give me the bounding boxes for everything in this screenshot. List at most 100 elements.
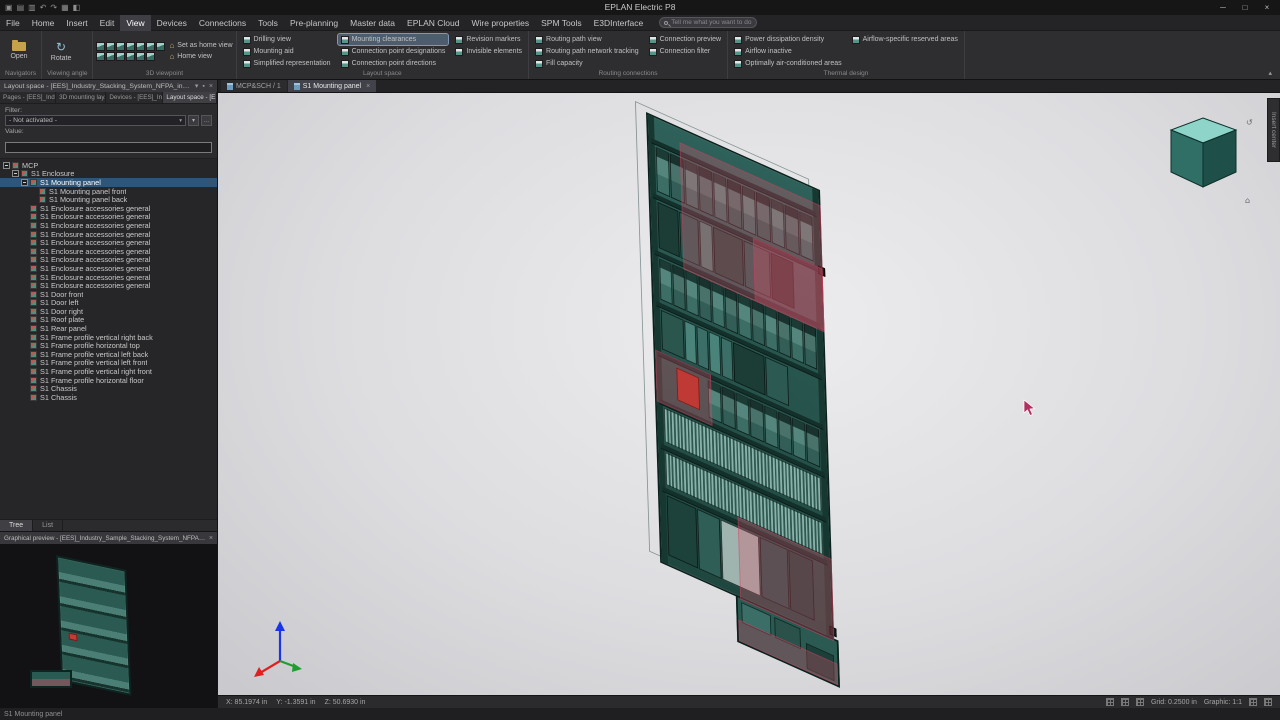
page-icon[interactable]: ▤ [17, 4, 25, 12]
menu-eplan-cloud[interactable]: EPLAN Cloud [401, 15, 465, 31]
tab-close-icon[interactable]: × [364, 83, 370, 90]
3d-viewport[interactable]: ↺ ⌂ Insert center [218, 93, 1280, 695]
tree-item-s1-enclosure-accessories-general[interactable]: S1 Enclosure accessories general [0, 238, 217, 247]
menu-connections[interactable]: Connections [193, 15, 252, 31]
view-direction-icon[interactable] [116, 42, 125, 51]
search-box[interactable] [659, 17, 757, 28]
toggle-connection-filter[interactable]: Connection filter [646, 46, 724, 57]
layout-icon[interactable]: ▥ [28, 4, 36, 12]
toggle-drilling-view[interactable]: Drilling view [240, 34, 334, 45]
value-input[interactable] [5, 142, 212, 153]
view-direction-icon[interactable] [156, 42, 165, 51]
collapse-icon[interactable] [12, 170, 19, 177]
collapse-icon[interactable] [21, 179, 28, 186]
menu-tools[interactable]: Tools [252, 15, 284, 31]
toggle-invisible-elements[interactable]: Invisible elements [452, 46, 525, 57]
print-icon[interactable]: ▦ [61, 4, 69, 12]
view-direction-icon[interactable] [96, 52, 105, 61]
grid-display-icon[interactable] [1121, 698, 1129, 706]
tree-item-s1-mounting-panel-back[interactable]: S1 Mounting panel back [0, 195, 217, 204]
toggle-revision-markers[interactable]: Revision markers [452, 34, 525, 45]
toggle-connection-preview[interactable]: Connection preview [646, 34, 724, 45]
menu-wire-properties[interactable]: Wire properties [465, 15, 535, 31]
menu-file[interactable]: File [0, 15, 26, 31]
view-direction-icon[interactable] [116, 52, 125, 61]
view-direction-icon[interactable] [96, 42, 105, 51]
menu-edit[interactable]: Edit [94, 15, 121, 31]
minimize-button[interactable]: ─ [1212, 0, 1234, 15]
tree-item-s1-frame-profile-vertical-right-front[interactable]: S1 Frame profile vertical right front [0, 367, 217, 376]
tree-item-mcp[interactable]: MCP [0, 161, 217, 170]
tree-item-s1-frame-profile-vertical-left-front[interactable]: S1 Frame profile vertical left front [0, 359, 217, 368]
tree-item-s1-frame-profile-horizontal-top[interactable]: S1 Frame profile horizontal top [0, 341, 217, 350]
tree-item-s1-chassis[interactable]: S1 Chassis [0, 393, 217, 402]
tree-item-s1-enclosure-accessories-general[interactable]: S1 Enclosure accessories general [0, 230, 217, 239]
rotate-button[interactable]: ↻ Rotate [45, 33, 77, 69]
toggle-fill-capacity[interactable]: Fill capacity [532, 58, 642, 69]
navigator-tab-devices-ees-in[interactable]: Devices - [EES]_In... [106, 92, 163, 103]
menu-insert[interactable]: Insert [60, 15, 93, 31]
zoom-icon[interactable] [1249, 698, 1257, 706]
navigator-tab-layout-space-e[interactable]: Layout space - [E... [163, 92, 217, 103]
preview-close-icon[interactable]: × [209, 535, 213, 542]
cube-home-icon[interactable]: ⌂ [1245, 196, 1250, 205]
menu-e3dinterface[interactable]: E3DInterface [588, 15, 650, 31]
navigator-tab-3d-mounting-lay[interactable]: 3D mounting lay... [56, 92, 106, 103]
filter-select[interactable]: - Not activated - ▾ [5, 115, 186, 126]
toggle-optimally-air-conditioned-areas[interactable]: Optimally air-conditioned areas [731, 58, 845, 69]
save-icon[interactable]: ◧ [73, 4, 81, 12]
tree-item-s1-mounting-panel[interactable]: S1 Mounting panel [0, 178, 217, 187]
view-direction-icon[interactable] [126, 52, 135, 61]
preview-canvas[interactable] [0, 544, 217, 708]
tree-item-s1-rear-panel[interactable]: S1 Rear panel [0, 324, 217, 333]
tree-item-s1-enclosure-accessories-general[interactable]: S1 Enclosure accessories general [0, 221, 217, 230]
menu-home[interactable]: Home [26, 15, 61, 31]
tree-item-s1-roof-plate[interactable]: S1 Roof plate [0, 316, 217, 325]
navigator-pin-icon[interactable]: ▪ [202, 83, 204, 90]
navigator-close-icon[interactable]: × [209, 83, 213, 90]
navigator-tab-pages-ees-ind[interactable]: Pages - [EES]_Ind... [0, 92, 56, 103]
tree-view-tab-tree[interactable]: Tree [0, 520, 33, 531]
maximize-button[interactable]: □ [1234, 0, 1256, 15]
view-direction-icon[interactable] [106, 52, 115, 61]
tree-item-s1-door-left[interactable]: S1 Door left [0, 299, 217, 308]
tree-item-s1-door-front[interactable]: S1 Door front [0, 290, 217, 299]
view-direction-icon[interactable] [106, 42, 115, 51]
menu-master-data[interactable]: Master data [344, 15, 401, 31]
tree-item-s1-mounting-panel-front[interactable]: S1 Mounting panel front [0, 187, 217, 196]
ribbon-collapse-icon[interactable]: ▴ [1260, 67, 1280, 79]
tree-item-s1-enclosure-accessories-general[interactable]: S1 Enclosure accessories general [0, 204, 217, 213]
tree-item-s1-door-right[interactable]: S1 Door right [0, 307, 217, 316]
undo-icon[interactable]: ↶ [40, 4, 47, 12]
filter-dropdown-button[interactable]: ▾ [188, 115, 199, 126]
document-tab-mcp-sch-1[interactable]: MCP&SCH / 1 [221, 80, 287, 92]
menu-devices[interactable]: Devices [151, 15, 193, 31]
toggle-airflow-inactive[interactable]: Airflow inactive [731, 46, 845, 57]
open-button[interactable]: Open [3, 33, 35, 69]
ortho-icon[interactable] [1136, 698, 1144, 706]
insert-center-tab[interactable]: Insert center [1267, 98, 1280, 162]
view-direction-icon[interactable] [136, 42, 145, 51]
toggle-mounting-clearances[interactable]: Mounting clearances [338, 34, 449, 45]
tree-item-s1-frame-profile-horizontal-floor[interactable]: S1 Frame profile horizontal floor [0, 376, 217, 385]
toggle-connection-point-directions[interactable]: Connection point directions [338, 58, 449, 69]
close-button[interactable]: × [1256, 0, 1278, 15]
collapse-icon[interactable] [3, 162, 10, 169]
toggle-routing-path-view[interactable]: Routing path view [532, 34, 642, 45]
view-direction-icon[interactable] [146, 52, 155, 61]
toggle-power-dissipation-density[interactable]: Power dissipation density [731, 34, 845, 45]
navigator-dropdown-icon[interactable]: ▾ [195, 83, 199, 90]
tree-item-s1-enclosure-accessories-general[interactable]: S1 Enclosure accessories general [0, 256, 217, 265]
navigation-cube[interactable]: ↺ ⌂ [1148, 103, 1268, 207]
tree-item-s1-enclosure-accessories-general[interactable]: S1 Enclosure accessories general [0, 264, 217, 273]
view-direction-icon[interactable] [146, 42, 155, 51]
toggle-routing-path-network-tracking[interactable]: Routing path network tracking [532, 46, 642, 57]
home-view-button[interactable]: ⌂ Home view [169, 53, 232, 61]
menu-pre-planning[interactable]: Pre-planning [284, 15, 344, 31]
tree-item-s1-enclosure-accessories-general[interactable]: S1 Enclosure accessories general [0, 273, 217, 282]
view-direction-icon[interactable] [126, 42, 135, 51]
tree-item-s1-enclosure-accessories-general[interactable]: S1 Enclosure accessories general [0, 247, 217, 256]
menu-spm-tools[interactable]: SPM Tools [535, 15, 587, 31]
view-direction-icon[interactable] [136, 52, 145, 61]
toggle-airflow-specific-reserved-areas[interactable]: Airflow-specific reserved areas [849, 34, 961, 45]
